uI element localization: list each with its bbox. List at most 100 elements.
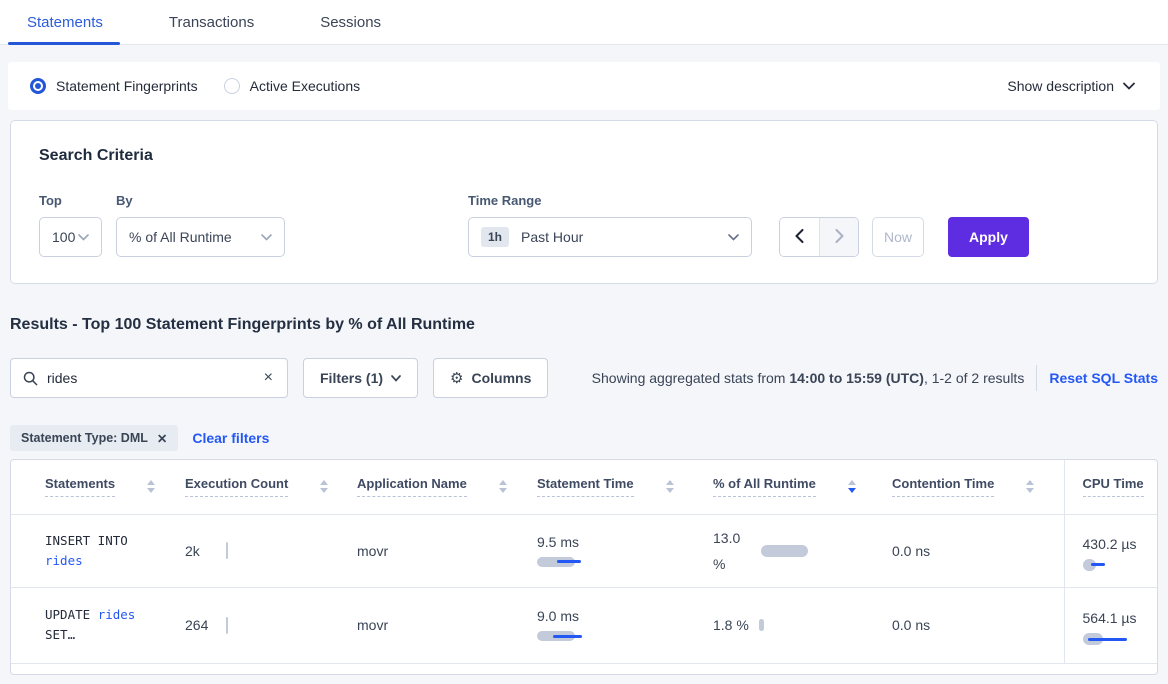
tab-sessions[interactable]: Sessions bbox=[320, 0, 381, 45]
now-button[interactable]: Now bbox=[872, 217, 924, 257]
chevron-down-icon bbox=[78, 234, 89, 241]
by-field-label: By bbox=[116, 193, 285, 208]
application-name-value: movr bbox=[357, 543, 388, 559]
bar-gray bbox=[761, 545, 808, 557]
radio-active-executions[interactable]: Active Executions bbox=[224, 78, 361, 94]
search-input[interactable] bbox=[47, 370, 262, 386]
tab-statements[interactable]: Statements bbox=[27, 0, 103, 45]
search-box: × bbox=[10, 358, 288, 398]
column-header-pct-runtime[interactable]: % of All Runtime bbox=[713, 476, 816, 497]
pct-runtime-value: 1.8 % bbox=[713, 617, 749, 633]
statement-time-value: 9.5 ms bbox=[537, 534, 579, 550]
sort-icon[interactable] bbox=[320, 480, 328, 493]
stats-time-window: 14:00 to 15:59 (UTC) bbox=[789, 370, 924, 386]
top-select-value: 100 bbox=[52, 229, 75, 245]
reset-sql-stats-link[interactable]: Reset SQL Stats bbox=[1049, 370, 1158, 386]
time-range-field: Time Range 1h Past Hour bbox=[468, 193, 752, 257]
sort-icon[interactable] bbox=[499, 480, 507, 493]
by-select-value: % of All Runtime bbox=[129, 229, 232, 245]
bar-gray bbox=[759, 619, 764, 631]
time-range-value: Past Hour bbox=[521, 229, 583, 245]
table-row: UPDATE rides SET… 264 movr 9.0 ms bbox=[11, 587, 1157, 663]
cpu-time-cell: 564.1 µs bbox=[1065, 605, 1158, 645]
tab-statements-label: Statements bbox=[27, 14, 103, 31]
bar-blue bbox=[557, 560, 581, 563]
cpu-time-cell: 430.2 µs bbox=[1065, 531, 1158, 571]
tab-transactions-label: Transactions bbox=[169, 14, 254, 31]
show-description-toggle[interactable]: Show description bbox=[1007, 78, 1135, 94]
statements-table-card: Statements Execution Count Application N… bbox=[10, 459, 1158, 675]
pct-runtime-cell: 13.0 % bbox=[713, 525, 892, 577]
previous-time-button[interactable] bbox=[780, 218, 819, 256]
gear-icon: ⚙ bbox=[450, 369, 463, 387]
table-header-row: Statements Execution Count Application N… bbox=[11, 460, 1157, 514]
top-select[interactable]: 100 bbox=[39, 217, 102, 257]
vertical-divider bbox=[1036, 365, 1037, 391]
contention-time-value: 0.0 ns bbox=[892, 543, 930, 559]
tab-transactions[interactable]: Transactions bbox=[169, 0, 254, 45]
execution-count-cell: 264 bbox=[185, 617, 228, 634]
chevron-down-icon bbox=[1123, 82, 1135, 90]
chevron-down-icon bbox=[728, 234, 739, 241]
column-header-statements[interactable]: Statements bbox=[45, 476, 115, 497]
radio-unselected-icon bbox=[224, 78, 240, 94]
sort-icon[interactable] bbox=[1026, 480, 1034, 493]
execution-count-value: 264 bbox=[185, 617, 208, 633]
bar-blue bbox=[1091, 563, 1105, 566]
statement-time-bar bbox=[537, 630, 607, 642]
application-name-value: movr bbox=[357, 617, 388, 633]
execution-count-cell: 2k bbox=[185, 542, 228, 559]
statement-time-bar bbox=[537, 556, 607, 568]
column-header-statement-time[interactable]: Statement Time bbox=[537, 476, 634, 497]
cpu-time-value: 430.2 µs bbox=[1083, 536, 1137, 552]
remove-filter-icon[interactable]: ✕ bbox=[157, 431, 167, 446]
pct-runtime-value: 13.0 % bbox=[713, 525, 751, 577]
bar-blue bbox=[553, 635, 582, 638]
cpu-time-bar bbox=[1083, 559, 1158, 571]
statement-link[interactable]: rides bbox=[45, 553, 83, 568]
sort-icon[interactable] bbox=[666, 480, 674, 493]
statement-fingerprint: INSERT INTO rides bbox=[45, 531, 145, 571]
next-time-button[interactable] bbox=[819, 218, 858, 256]
by-select[interactable]: % of All Runtime bbox=[116, 217, 285, 257]
column-header-application-name[interactable]: Application Name bbox=[357, 476, 467, 497]
radio-selected-icon bbox=[30, 78, 46, 94]
columns-button[interactable]: ⚙ Columns bbox=[433, 358, 548, 398]
cpu-time-value: 564.1 µs bbox=[1083, 610, 1137, 626]
filter-chip-label: Statement Type: DML bbox=[21, 431, 148, 445]
clear-search-icon[interactable]: × bbox=[262, 369, 275, 387]
by-field: By % of All Runtime bbox=[116, 193, 285, 257]
cpu-time-bar bbox=[1083, 633, 1158, 645]
radio-statement-fingerprints[interactable]: Statement Fingerprints bbox=[30, 78, 198, 94]
chevron-left-icon bbox=[795, 229, 804, 246]
execution-count-bar bbox=[226, 617, 228, 634]
top-field: Top 100 bbox=[39, 193, 102, 257]
table-row: INSERT INTO rides 2k movr 9.5 ms bbox=[11, 514, 1157, 587]
filters-button-label: Filters (1) bbox=[320, 370, 383, 386]
page-tabs: Statements Transactions Sessions bbox=[0, 0, 1168, 45]
time-range-select[interactable]: 1h Past Hour bbox=[468, 217, 752, 257]
show-description-label: Show description bbox=[1007, 78, 1114, 94]
apply-button[interactable]: Apply bbox=[948, 217, 1029, 257]
radio-active-executions-label: Active Executions bbox=[250, 78, 361, 94]
pct-runtime-bar bbox=[759, 619, 767, 631]
stats-suffix: , 1-2 of 2 results bbox=[924, 370, 1024, 386]
filters-button[interactable]: Filters (1) bbox=[303, 358, 418, 398]
statement-text: UPDATE bbox=[45, 607, 98, 622]
top-field-label: Top bbox=[39, 193, 102, 208]
statement-text: SET… bbox=[45, 627, 75, 642]
column-header-cpu-time[interactable]: CPU Time bbox=[1083, 476, 1144, 497]
results-heading: Results - Top 100 Statement Fingerprints… bbox=[10, 316, 1168, 334]
statement-time-value: 9.0 ms bbox=[537, 608, 579, 624]
column-header-contention-time[interactable]: Contention Time bbox=[892, 476, 994, 497]
column-header-execution-count[interactable]: Execution Count bbox=[185, 476, 288, 497]
clear-filters-link[interactable]: Clear filters bbox=[192, 430, 269, 446]
statement-link[interactable]: rides bbox=[98, 607, 136, 622]
sort-icon-active-desc[interactable] bbox=[848, 480, 856, 493]
search-criteria-title: Search Criteria bbox=[39, 147, 1129, 165]
filter-chip-statement-type[interactable]: Statement Type: DML ✕ bbox=[10, 425, 178, 451]
chevron-down-icon bbox=[261, 234, 272, 241]
contention-time-value: 0.0 ns bbox=[892, 617, 930, 633]
sort-icon[interactable] bbox=[147, 480, 155, 493]
search-icon bbox=[23, 371, 38, 386]
